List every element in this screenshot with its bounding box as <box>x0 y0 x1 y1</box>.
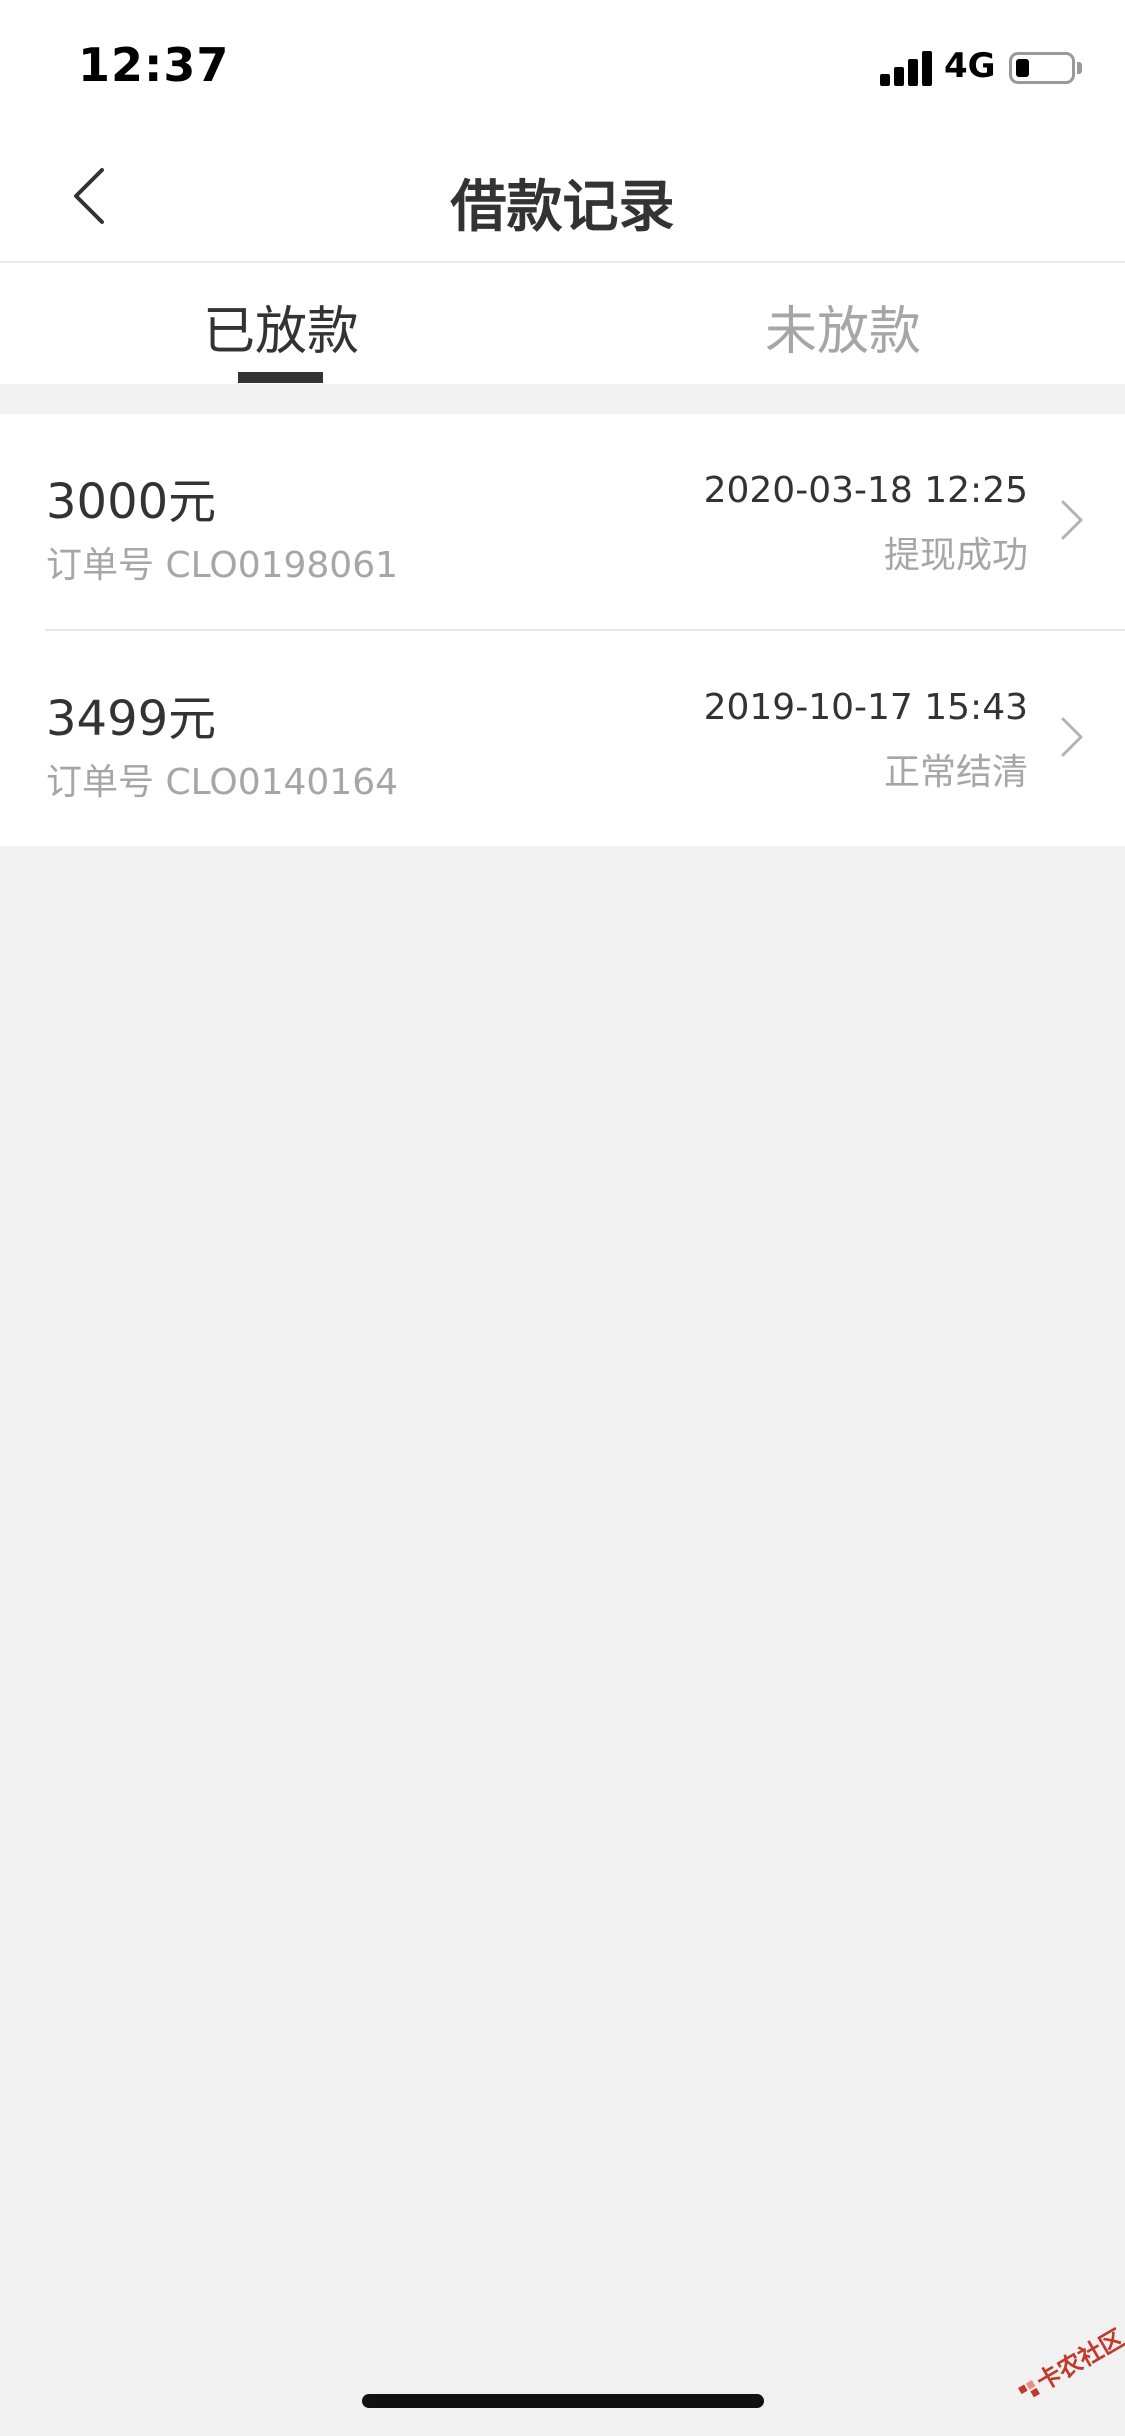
battery-tip <box>1077 62 1082 74</box>
loan-datetime: 2019-10-17 15:43 <box>703 687 1028 728</box>
chevron-right-icon <box>1057 498 1087 542</box>
order-number: 订单号 CLO0140164 <box>46 762 399 803</box>
chevron-right-icon <box>1057 715 1087 759</box>
loan-record-list: 3000元 订单号 CLO0198061 2020-03-18 12:25 提现… <box>0 414 1125 846</box>
tab-not-disbursed[interactable]: 未放款 <box>562 263 1124 384</box>
tab-label: 未放款 <box>764 302 921 362</box>
loan-status: 正常结清 <box>883 752 1028 793</box>
cellular-signal-icon <box>880 50 934 86</box>
navigation-bar: 借款记录 <box>0 130 1125 262</box>
home-indicator[interactable] <box>362 2394 764 2408</box>
status-time: 12:37 <box>78 38 230 92</box>
watermark-text: 卡农社区 <box>1031 2323 1125 2397</box>
active-tab-indicator <box>238 372 323 383</box>
network-type: 4G <box>944 46 996 86</box>
loan-status: 提现成功 <box>883 535 1028 576</box>
list-item[interactable]: 3000元 订单号 CLO0198061 2020-03-18 12:25 提现… <box>0 414 1125 629</box>
loan-datetime: 2020-03-18 12:25 <box>703 470 1028 511</box>
battery-level <box>1016 59 1029 77</box>
list-item[interactable]: 3499元 订单号 CLO0140164 2019-10-17 15:43 正常… <box>45 629 1125 846</box>
tab-bar: 已放款 未放款 <box>0 263 1125 384</box>
status-bar: 12:37 4G <box>0 0 1125 130</box>
app-screen: 12:37 4G 借款记录 已放款 未放款 3000元 订单号 CLO01980… <box>0 0 1125 2436</box>
loan-amount: 3499元 <box>46 691 217 747</box>
order-number: 订单号 CLO0198061 <box>46 545 399 586</box>
tab-disbursed[interactable]: 已放款 <box>0 263 562 384</box>
tab-label: 已放款 <box>202 302 359 362</box>
watermark: 卡农社区 <box>1011 2323 1125 2432</box>
battery-icon <box>1009 52 1075 84</box>
loan-amount: 3000元 <box>46 474 217 530</box>
page-title: 借款记录 <box>450 175 675 240</box>
